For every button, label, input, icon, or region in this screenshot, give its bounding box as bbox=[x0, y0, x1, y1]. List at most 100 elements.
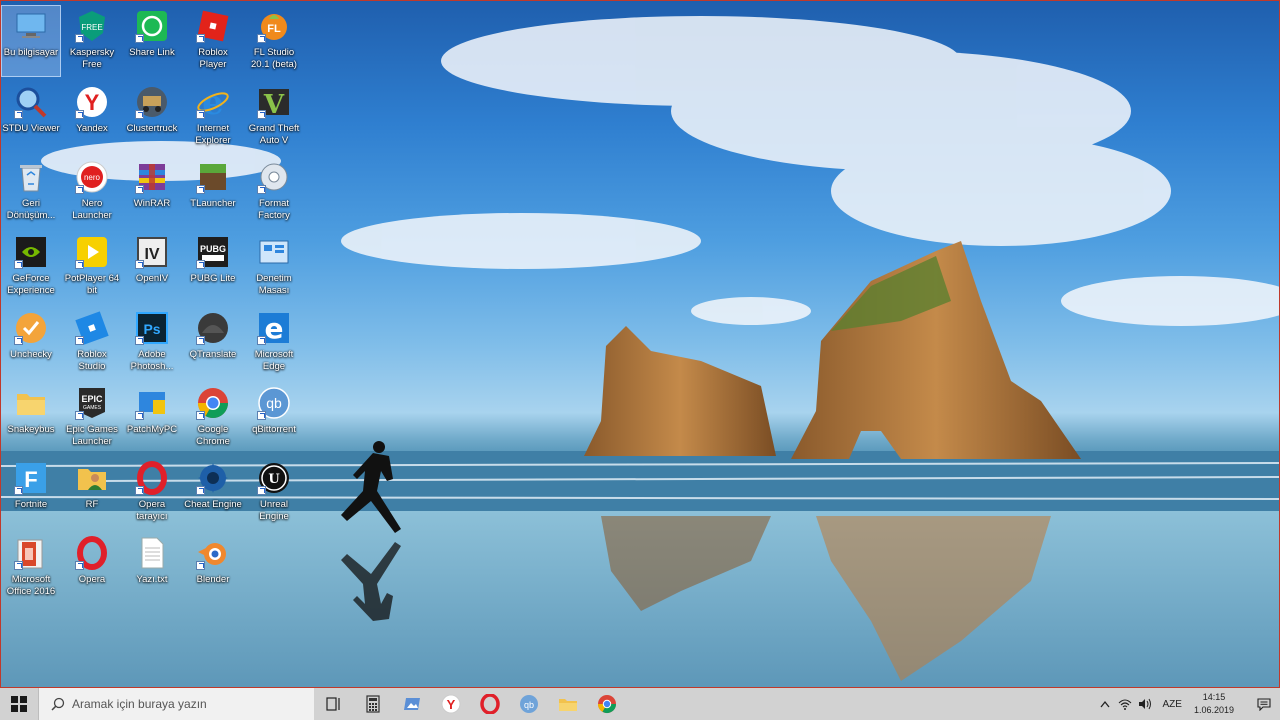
desktop-icon[interactable]: WinRAR bbox=[122, 156, 182, 228]
svg-text:Ps: Ps bbox=[143, 321, 160, 337]
network-button[interactable] bbox=[1116, 698, 1134, 710]
task-view-button[interactable] bbox=[314, 688, 353, 720]
start-button[interactable] bbox=[0, 688, 38, 720]
desktop-icon[interactable]: PotPlayer 64 bit bbox=[62, 231, 122, 303]
desktop-icon[interactable]: Opera tarayıcı bbox=[122, 457, 182, 529]
shortcut-arrow-icon bbox=[75, 260, 84, 269]
qbittorrent-icon: qb bbox=[519, 695, 538, 713]
desktop-icon[interactable]: RF bbox=[62, 457, 122, 529]
desktop-icon[interactable]: Blender bbox=[183, 532, 243, 604]
desktop-icon[interactable]: PatchMyPC bbox=[122, 382, 182, 454]
desktop-icon[interactable]: e Internet Explorer bbox=[183, 81, 243, 153]
desktop-icon[interactable]: Microsoft Office 2016 bbox=[1, 532, 61, 604]
desktop-icon[interactable]: Snakeybus bbox=[1, 382, 61, 454]
desktop-icon-label: Opera tarayıcı bbox=[136, 499, 168, 522]
calculator-button[interactable] bbox=[353, 688, 392, 720]
desktop-icon[interactable]: Opera bbox=[62, 532, 122, 604]
desktop-icon[interactable]: Bu bilgisayar bbox=[1, 5, 61, 77]
desktop-icon-label: Yazı.txt bbox=[136, 574, 168, 585]
desktop-icon[interactable]: Y Yandex bbox=[62, 81, 122, 153]
desktop-icon[interactable]: GeForce Experience bbox=[1, 231, 61, 303]
desktop-icon-label: Adobe Photosh... bbox=[130, 349, 174, 372]
svg-text:qb: qb bbox=[266, 395, 282, 411]
desktop-icon[interactable]: Yazı.txt bbox=[122, 532, 182, 604]
desktop-icon[interactable]: F Fortnite bbox=[1, 457, 61, 529]
desktop-icon-label: STDU Viewer bbox=[2, 123, 60, 134]
internet-explorer-icon: e bbox=[196, 83, 230, 123]
desktop-icon[interactable]: EPIC GAMES Epic Games Launcher bbox=[62, 382, 122, 454]
task-view-icon bbox=[325, 697, 340, 711]
desktop-icon[interactable]: U Unreal Engine bbox=[244, 457, 304, 529]
desktop-icon[interactable]: Roblox Player bbox=[183, 5, 243, 77]
svg-text:V: V bbox=[263, 90, 285, 119]
desktop-icon[interactable]: Share Link bbox=[122, 5, 182, 77]
recycle-bin-icon bbox=[14, 160, 48, 194]
desktop-icon-label: QTranslate bbox=[189, 349, 237, 360]
desktop-icon[interactable]: e Microsoft Edge bbox=[244, 307, 304, 379]
desktop-icon[interactable]: Google Chrome bbox=[183, 382, 243, 454]
desktop-icon[interactable]: Roblox Studio bbox=[62, 307, 122, 379]
desktop-icon[interactable]: IV OpenIV bbox=[122, 231, 182, 303]
desktop[interactable]: Bu bilgisayar FREE Kaspersky Free Share Lin… bbox=[0, 0, 1280, 688]
shortcut-arrow-icon bbox=[196, 260, 205, 269]
volume-button[interactable] bbox=[1136, 698, 1154, 710]
shortcut-arrow-icon bbox=[196, 336, 205, 345]
file-explorer-taskbar-button[interactable] bbox=[548, 688, 587, 720]
show-hidden-icons-button[interactable] bbox=[1096, 700, 1114, 708]
notification-icon bbox=[1257, 697, 1271, 711]
calculator-icon bbox=[365, 695, 380, 713]
geforce-icon bbox=[14, 235, 48, 269]
shortcut-arrow-icon bbox=[196, 561, 205, 570]
desktop-icon[interactable]: qb qBittorrent bbox=[244, 382, 304, 454]
desktop-icon[interactable]: Geri Dönüşüm... bbox=[1, 156, 61, 228]
desktop-icon[interactable]: nero Nero Launcher bbox=[62, 156, 122, 228]
desktop-icon[interactable]: FREE Kaspersky Free bbox=[62, 5, 122, 77]
desktop-icon[interactable]: Ps Adobe Photosh... bbox=[122, 307, 182, 379]
search-box[interactable]: Aramak için buraya yazın bbox=[38, 688, 314, 720]
svg-text:nero: nero bbox=[84, 173, 101, 182]
desktop-icon[interactable]: Format Factory bbox=[244, 156, 304, 228]
desktop-icon[interactable]: Cheat Engine bbox=[183, 457, 243, 529]
shortcut-arrow-icon bbox=[14, 260, 23, 269]
yandex-icon: Y bbox=[75, 85, 109, 119]
user-folder-icon bbox=[75, 461, 109, 495]
action-center-button[interactable] bbox=[1248, 688, 1280, 720]
desktop-icon-label: Unreal Engine bbox=[259, 499, 289, 522]
share-link-icon bbox=[135, 9, 169, 43]
desktop-icon-label: WinRAR bbox=[133, 198, 171, 209]
svg-text:e: e bbox=[265, 312, 284, 345]
desktop-icon-label: Bu bilgisayar bbox=[3, 47, 59, 58]
desktop-icon[interactable]: QTranslate bbox=[183, 307, 243, 379]
shortcut-arrow-icon bbox=[257, 185, 266, 194]
clock[interactable]: 14:15 1.06.2019 bbox=[1194, 691, 1234, 717]
desktop-icon[interactable]: FL FL Studio 20.1 (beta) bbox=[244, 5, 304, 77]
chrome-taskbar-button[interactable] bbox=[587, 688, 626, 720]
desktop-icon-label: Roblox Studio bbox=[77, 349, 107, 372]
qtranslate-icon bbox=[196, 311, 230, 345]
clock-time: 14:15 bbox=[1202, 692, 1226, 702]
svg-text:EPIC: EPIC bbox=[81, 394, 103, 404]
desktop-icon-label: Share Link bbox=[129, 47, 175, 58]
shortcut-arrow-icon bbox=[196, 110, 205, 119]
desktop-icon[interactable]: PUBG PUBG Lite bbox=[183, 231, 243, 303]
yandex-taskbar-button[interactable]: Y bbox=[431, 688, 470, 720]
desktop-icon[interactable]: Denetim Masası bbox=[244, 231, 304, 303]
qbittorrent-taskbar-button[interactable]: qb bbox=[509, 688, 548, 720]
photos-button[interactable] bbox=[392, 688, 431, 720]
clock-date: 1.06.2019 bbox=[1193, 705, 1234, 715]
svg-text:FL: FL bbox=[267, 23, 281, 35]
desktop-icon[interactable]: TLauncher bbox=[183, 156, 243, 228]
unchecky-icon bbox=[14, 311, 48, 345]
openiv-icon: IV bbox=[135, 235, 169, 269]
desktop-icon[interactable]: Clustertruck bbox=[122, 81, 182, 153]
desktop-icon-label: Blender bbox=[196, 574, 230, 585]
desktop-icon[interactable]: Unchecky bbox=[1, 307, 61, 379]
input-language[interactable]: AZE bbox=[1163, 699, 1182, 710]
shortcut-arrow-icon bbox=[196, 185, 205, 194]
opera-icon bbox=[135, 461, 169, 495]
svg-text:PUBG: PUBG bbox=[200, 244, 226, 254]
desktop-icon[interactable]: V Grand Theft Auto V bbox=[244, 81, 304, 153]
opera-taskbar-button[interactable] bbox=[470, 688, 509, 720]
shortcut-arrow-icon bbox=[14, 561, 23, 570]
desktop-icon[interactable]: STDU Viewer bbox=[1, 81, 61, 153]
